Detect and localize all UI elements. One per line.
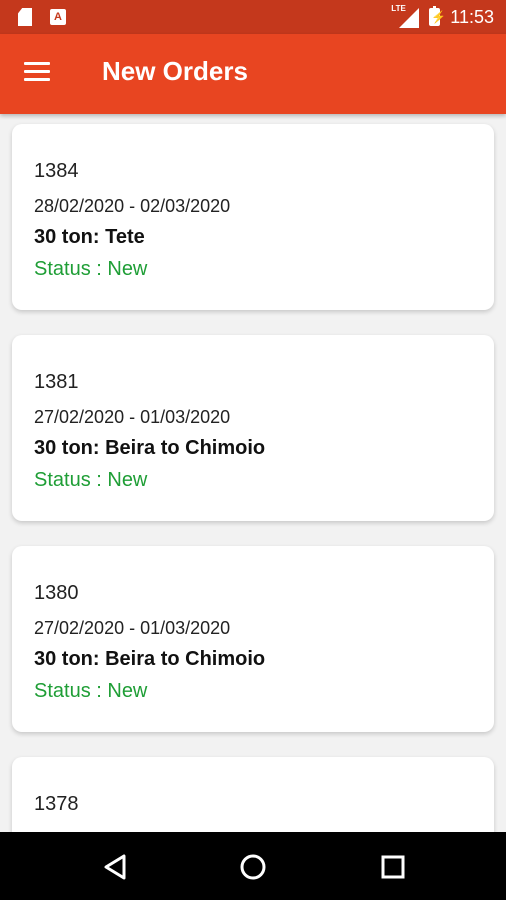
order-dates: 27/02/2020 - 01/03/2020: [34, 407, 231, 427]
order-status: Status : New: [34, 469, 148, 491]
order-card[interactable]: 1378: [12, 757, 494, 832]
order-status: Status : New: [34, 258, 148, 280]
orders-list[interactable]: 1384 28/02/2020 - 02/03/2020 30 ton: Tet…: [0, 114, 506, 832]
order-status: Status : New: [34, 680, 148, 702]
hamburger-menu-icon[interactable]: [24, 62, 54, 86]
system-nav-bar: [0, 832, 506, 900]
sd-card-icon: [18, 8, 32, 26]
order-card[interactable]: 1384 28/02/2020 - 02/03/2020 30 ton: Tet…: [12, 124, 494, 310]
order-id: 1381: [34, 371, 79, 393]
status-time: 11:53: [450, 6, 494, 27]
page-title: New Orders: [102, 56, 248, 86]
a-app-icon: A: [50, 9, 66, 25]
order-card[interactable]: 1381 27/02/2020 - 01/03/2020 30 ton: Bei…: [12, 335, 494, 521]
battery-charging-icon: ⚡: [429, 6, 447, 26]
lte-signal-icon: LTE: [391, 4, 420, 28]
order-id: 1380: [34, 582, 79, 604]
order-id: 1378: [34, 793, 79, 815]
order-route: 30 ton: Tete: [34, 226, 145, 248]
app-bar: New Orders: [0, 34, 506, 114]
back-icon[interactable]: [100, 852, 130, 882]
status-bar: A LTE ⚡ 11:53: [0, 0, 506, 34]
order-route: 30 ton: Beira to Chimoio: [34, 437, 266, 459]
order-dates: 28/02/2020 - 02/03/2020: [34, 196, 231, 216]
order-dates: 27/02/2020 - 01/03/2020: [34, 618, 231, 638]
order-id: 1384: [34, 160, 79, 182]
order-route: 30 ton: Beira to Chimoio: [34, 648, 266, 670]
home-icon[interactable]: [238, 852, 268, 882]
recents-icon[interactable]: [378, 852, 408, 882]
order-card[interactable]: 1380 27/02/2020 - 01/03/2020 30 ton: Bei…: [12, 546, 494, 732]
